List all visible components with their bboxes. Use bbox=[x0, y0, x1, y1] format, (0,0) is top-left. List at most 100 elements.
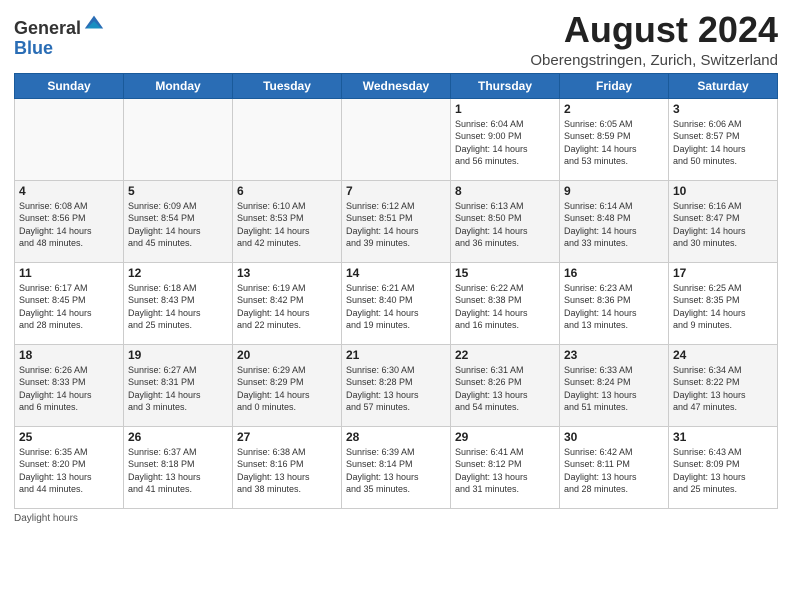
calendar-cell-4-4: 29 Sunrise: 6:41 AM Sunset: 8:12 PM Dayli… bbox=[451, 426, 560, 508]
day-info: Sunrise: 6:33 AM Sunset: 8:24 PM Dayligh… bbox=[564, 364, 664, 414]
subtitle: Oberengstringen, Zurich, Switzerland bbox=[530, 52, 778, 69]
day-number: 2 bbox=[564, 102, 664, 116]
col-thursday: Thursday bbox=[451, 73, 560, 98]
day-number: 21 bbox=[346, 348, 446, 362]
calendar-cell-1-1: 5 Sunrise: 6:09 AM Sunset: 8:54 PM Daylig… bbox=[124, 180, 233, 262]
day-info: Sunrise: 6:16 AM Sunset: 8:47 PM Dayligh… bbox=[673, 200, 773, 250]
logo: General Blue bbox=[14, 14, 105, 59]
calendar-cell-0-4: 1 Sunrise: 6:04 AM Sunset: 9:00 PM Daylig… bbox=[451, 98, 560, 180]
calendar-cell-0-2 bbox=[233, 98, 342, 180]
calendar-cell-0-0 bbox=[15, 98, 124, 180]
calendar-cell-2-5: 16Sunrise: 6:23 AM Sunset: 8:36 PM Dayli… bbox=[560, 262, 669, 344]
day-info: Sunrise: 6:10 AM Sunset: 8:53 PM Dayligh… bbox=[237, 200, 337, 250]
week-row-5: 25 Sunrise: 6:35 AM Sunset: 8:20 PM Dayli… bbox=[15, 426, 778, 508]
calendar-cell-3-0: 18 Sunrise: 6:26 AM Sunset: 8:33 PM Dayli… bbox=[15, 344, 124, 426]
day-number: 7 bbox=[346, 184, 446, 198]
day-info: Sunrise: 6:29 AM Sunset: 8:29 PM Dayligh… bbox=[237, 364, 337, 414]
day-number: 27 bbox=[237, 430, 337, 444]
calendar-cell-1-5: 9 Sunrise: 6:14 AM Sunset: 8:48 PM Daylig… bbox=[560, 180, 669, 262]
col-sunday: Sunday bbox=[15, 73, 124, 98]
day-info: Sunrise: 6:21 AM Sunset: 8:40 PM Dayligh… bbox=[346, 282, 446, 332]
day-info: Sunrise: 6:27 AM Sunset: 8:31 PM Dayligh… bbox=[128, 364, 228, 414]
week-row-2: 4Sunrise: 6:08 AM Sunset: 8:56 PM Daylig… bbox=[15, 180, 778, 262]
day-number: 23 bbox=[564, 348, 664, 362]
calendar-cell-1-2: 6 Sunrise: 6:10 AM Sunset: 8:53 PM Daylig… bbox=[233, 180, 342, 262]
day-number: 11 bbox=[19, 266, 119, 280]
day-number: 25 bbox=[19, 430, 119, 444]
week-row-4: 18 Sunrise: 6:26 AM Sunset: 8:33 PM Dayli… bbox=[15, 344, 778, 426]
calendar-cell-2-1: 12 Sunrise: 6:18 AM Sunset: 8:43 PM Dayli… bbox=[124, 262, 233, 344]
calendar-cell-3-2: 20 Sunrise: 6:29 AM Sunset: 8:29 PM Dayli… bbox=[233, 344, 342, 426]
day-number: 8 bbox=[455, 184, 555, 198]
day-info: Sunrise: 6:05 AM Sunset: 8:59 PM Dayligh… bbox=[564, 118, 664, 168]
day-info: Sunrise: 6:04 AM Sunset: 9:00 PM Dayligh… bbox=[455, 118, 555, 168]
col-monday: Monday bbox=[124, 73, 233, 98]
calendar-cell-2-6: 17 Sunrise: 6:25 AM Sunset: 8:35 PM Dayli… bbox=[669, 262, 778, 344]
calendar: Sunday Monday Tuesday Wednesday Thursday… bbox=[14, 73, 778, 509]
week-row-3: 11 Sunrise: 6:17 AM Sunset: 8:45 PM Dayli… bbox=[15, 262, 778, 344]
day-info: Sunrise: 6:22 AM Sunset: 8:38 PM Dayligh… bbox=[455, 282, 555, 332]
calendar-cell-1-3: 7 Sunrise: 6:12 AM Sunset: 8:51 PM Daylig… bbox=[342, 180, 451, 262]
calendar-header-row: Sunday Monday Tuesday Wednesday Thursday… bbox=[15, 73, 778, 98]
day-info: Sunrise: 6:43 AM Sunset: 8:09 PM Dayligh… bbox=[673, 446, 773, 496]
day-number: 29 bbox=[455, 430, 555, 444]
day-number: 17 bbox=[673, 266, 773, 280]
day-number: 24 bbox=[673, 348, 773, 362]
day-info: Sunrise: 6:13 AM Sunset: 8:50 PM Dayligh… bbox=[455, 200, 555, 250]
day-number: 15 bbox=[455, 266, 555, 280]
day-number: 13 bbox=[237, 266, 337, 280]
calendar-cell-3-1: 19 Sunrise: 6:27 AM Sunset: 8:31 PM Dayli… bbox=[124, 344, 233, 426]
calendar-cell-1-4: 8 Sunrise: 6:13 AM Sunset: 8:50 PM Daylig… bbox=[451, 180, 560, 262]
calendar-cell-3-5: 23 Sunrise: 6:33 AM Sunset: 8:24 PM Dayli… bbox=[560, 344, 669, 426]
day-info: Sunrise: 6:14 AM Sunset: 8:48 PM Dayligh… bbox=[564, 200, 664, 250]
day-info: Sunrise: 6:08 AM Sunset: 8:56 PM Dayligh… bbox=[19, 200, 119, 250]
day-number: 26 bbox=[128, 430, 228, 444]
day-info: Sunrise: 6:06 AM Sunset: 8:57 PM Dayligh… bbox=[673, 118, 773, 168]
day-info: Sunrise: 6:12 AM Sunset: 8:51 PM Dayligh… bbox=[346, 200, 446, 250]
day-number: 5 bbox=[128, 184, 228, 198]
calendar-cell-3-3: 21 Sunrise: 6:30 AM Sunset: 8:28 PM Dayli… bbox=[342, 344, 451, 426]
day-number: 1 bbox=[455, 102, 555, 116]
day-info: Sunrise: 6:39 AM Sunset: 8:14 PM Dayligh… bbox=[346, 446, 446, 496]
day-info: Sunrise: 6:30 AM Sunset: 8:28 PM Dayligh… bbox=[346, 364, 446, 414]
main-title: August 2024 bbox=[530, 10, 778, 50]
day-info: Sunrise: 6:35 AM Sunset: 8:20 PM Dayligh… bbox=[19, 446, 119, 496]
day-number: 6 bbox=[237, 184, 337, 198]
calendar-cell-0-1 bbox=[124, 98, 233, 180]
calendar-cell-4-1: 26 Sunrise: 6:37 AM Sunset: 8:18 PM Dayli… bbox=[124, 426, 233, 508]
calendar-cell-0-6: 3 Sunrise: 6:06 AM Sunset: 8:57 PM Daylig… bbox=[669, 98, 778, 180]
day-number: 20 bbox=[237, 348, 337, 362]
calendar-cell-2-4: 15 Sunrise: 6:22 AM Sunset: 8:38 PM Dayli… bbox=[451, 262, 560, 344]
calendar-cell-2-3: 14Sunrise: 6:21 AM Sunset: 8:40 PM Dayli… bbox=[342, 262, 451, 344]
day-number: 28 bbox=[346, 430, 446, 444]
day-info: Sunrise: 6:19 AM Sunset: 8:42 PM Dayligh… bbox=[237, 282, 337, 332]
day-number: 16 bbox=[564, 266, 664, 280]
day-info: Sunrise: 6:41 AM Sunset: 8:12 PM Dayligh… bbox=[455, 446, 555, 496]
col-tuesday: Tuesday bbox=[233, 73, 342, 98]
day-number: 9 bbox=[564, 184, 664, 198]
calendar-cell-1-0: 4Sunrise: 6:08 AM Sunset: 8:56 PM Daylig… bbox=[15, 180, 124, 262]
day-number: 19 bbox=[128, 348, 228, 362]
day-info: Sunrise: 6:25 AM Sunset: 8:35 PM Dayligh… bbox=[673, 282, 773, 332]
day-info: Sunrise: 6:09 AM Sunset: 8:54 PM Dayligh… bbox=[128, 200, 228, 250]
calendar-cell-2-0: 11 Sunrise: 6:17 AM Sunset: 8:45 PM Dayli… bbox=[15, 262, 124, 344]
week-row-1: 1 Sunrise: 6:04 AM Sunset: 9:00 PM Daylig… bbox=[15, 98, 778, 180]
day-number: 22 bbox=[455, 348, 555, 362]
day-number: 12 bbox=[128, 266, 228, 280]
day-number: 31 bbox=[673, 430, 773, 444]
day-number: 10 bbox=[673, 184, 773, 198]
calendar-cell-4-2: 27Sunrise: 6:38 AM Sunset: 8:16 PM Dayli… bbox=[233, 426, 342, 508]
day-info: Sunrise: 6:18 AM Sunset: 8:43 PM Dayligh… bbox=[128, 282, 228, 332]
calendar-cell-3-6: 24Sunrise: 6:34 AM Sunset: 8:22 PM Dayli… bbox=[669, 344, 778, 426]
day-info: Sunrise: 6:37 AM Sunset: 8:18 PM Dayligh… bbox=[128, 446, 228, 496]
calendar-cell-4-6: 31 Sunrise: 6:43 AM Sunset: 8:09 PM Dayli… bbox=[669, 426, 778, 508]
header: General Blue August 2024 Oberengstringen… bbox=[14, 10, 778, 69]
calendar-cell-0-5: 2 Sunrise: 6:05 AM Sunset: 8:59 PM Daylig… bbox=[560, 98, 669, 180]
day-number: 3 bbox=[673, 102, 773, 116]
calendar-cell-4-3: 28 Sunrise: 6:39 AM Sunset: 8:14 PM Dayli… bbox=[342, 426, 451, 508]
calendar-cell-4-0: 25 Sunrise: 6:35 AM Sunset: 8:20 PM Dayli… bbox=[15, 426, 124, 508]
day-number: 18 bbox=[19, 348, 119, 362]
calendar-cell-3-4: 22Sunrise: 6:31 AM Sunset: 8:26 PM Dayli… bbox=[451, 344, 560, 426]
day-info: Sunrise: 6:26 AM Sunset: 8:33 PM Dayligh… bbox=[19, 364, 119, 414]
day-info: Sunrise: 6:17 AM Sunset: 8:45 PM Dayligh… bbox=[19, 282, 119, 332]
